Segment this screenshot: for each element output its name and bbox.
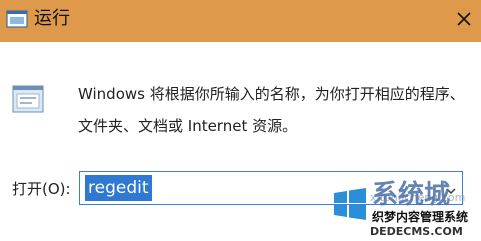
watermark-tagline: 织梦内容管理系统 (372, 210, 469, 224)
description-line-2: 文件夹、文档或 Internet 资源。 (78, 117, 298, 135)
open-input-value: regedit (85, 175, 152, 201)
description-line-1: Windows 将根据你所输入的名称，为你打开相应的程序、 (78, 85, 465, 103)
close-icon (457, 11, 471, 30)
watermark-domain: DEDECMS.COM (370, 225, 463, 238)
windows-logo-icon (330, 184, 370, 224)
title-bar: 运行 (0, 0, 481, 42)
watermark: xitongcheng.com 系统城 织梦内容管理系统 DEDECMS.COM (330, 180, 481, 241)
close-button[interactable] (448, 4, 480, 36)
window-title: 运行 (34, 8, 70, 29)
run-dialog-icon (12, 84, 46, 116)
run-app-icon (6, 9, 28, 29)
watermark-brand: 系统城 (372, 180, 451, 210)
open-label: 打开(O): (12, 180, 71, 198)
